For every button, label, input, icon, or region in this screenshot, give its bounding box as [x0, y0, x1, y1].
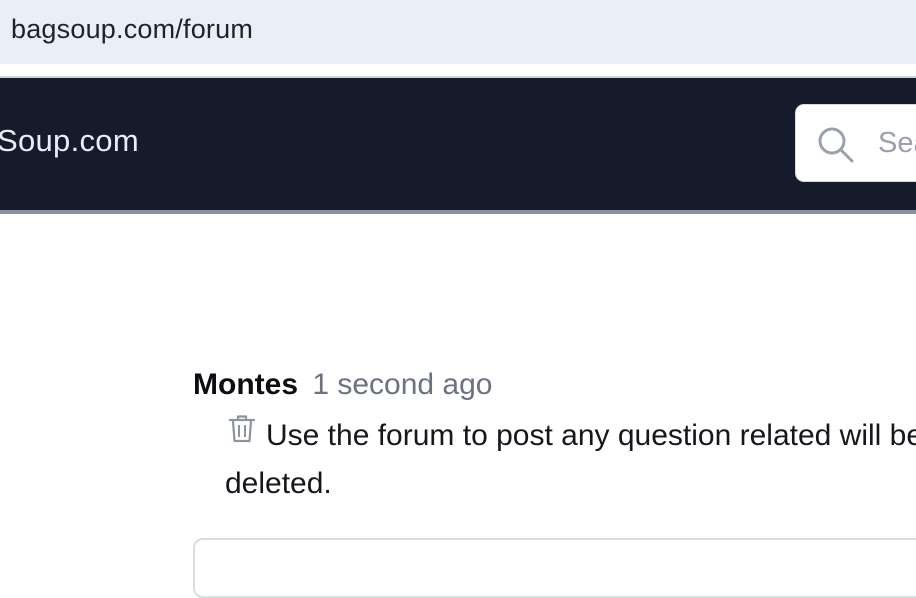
comment-author[interactable]: Montes: [193, 368, 298, 401]
header-bottom-border: [0, 210, 916, 214]
search-placeholder: Sea: [878, 127, 916, 159]
comment-message: Use the forum to post any question relat…: [225, 419, 916, 500]
forum-comment: Montes 1 second ago Use the forum to pos…: [193, 364, 916, 500]
site-header: Soup.com Sea: [0, 78, 916, 210]
comment-meta: Montes 1 second ago: [193, 364, 916, 406]
trash-icon[interactable]: [228, 414, 256, 444]
site-brand-link[interactable]: Soup.com: [0, 123, 139, 159]
search-input[interactable]: Sea: [795, 104, 916, 182]
url-text[interactable]: bagsoup.com/forum: [11, 14, 253, 45]
comment-body: Use the forum to post any question relat…: [225, 412, 916, 508]
comment-timestamp: 1 second ago: [312, 368, 493, 401]
reply-box[interactable]: [193, 538, 916, 598]
search-icon: [818, 127, 854, 163]
browser-address-bar[interactable]: bagsoup.com/forum: [0, 0, 916, 78]
